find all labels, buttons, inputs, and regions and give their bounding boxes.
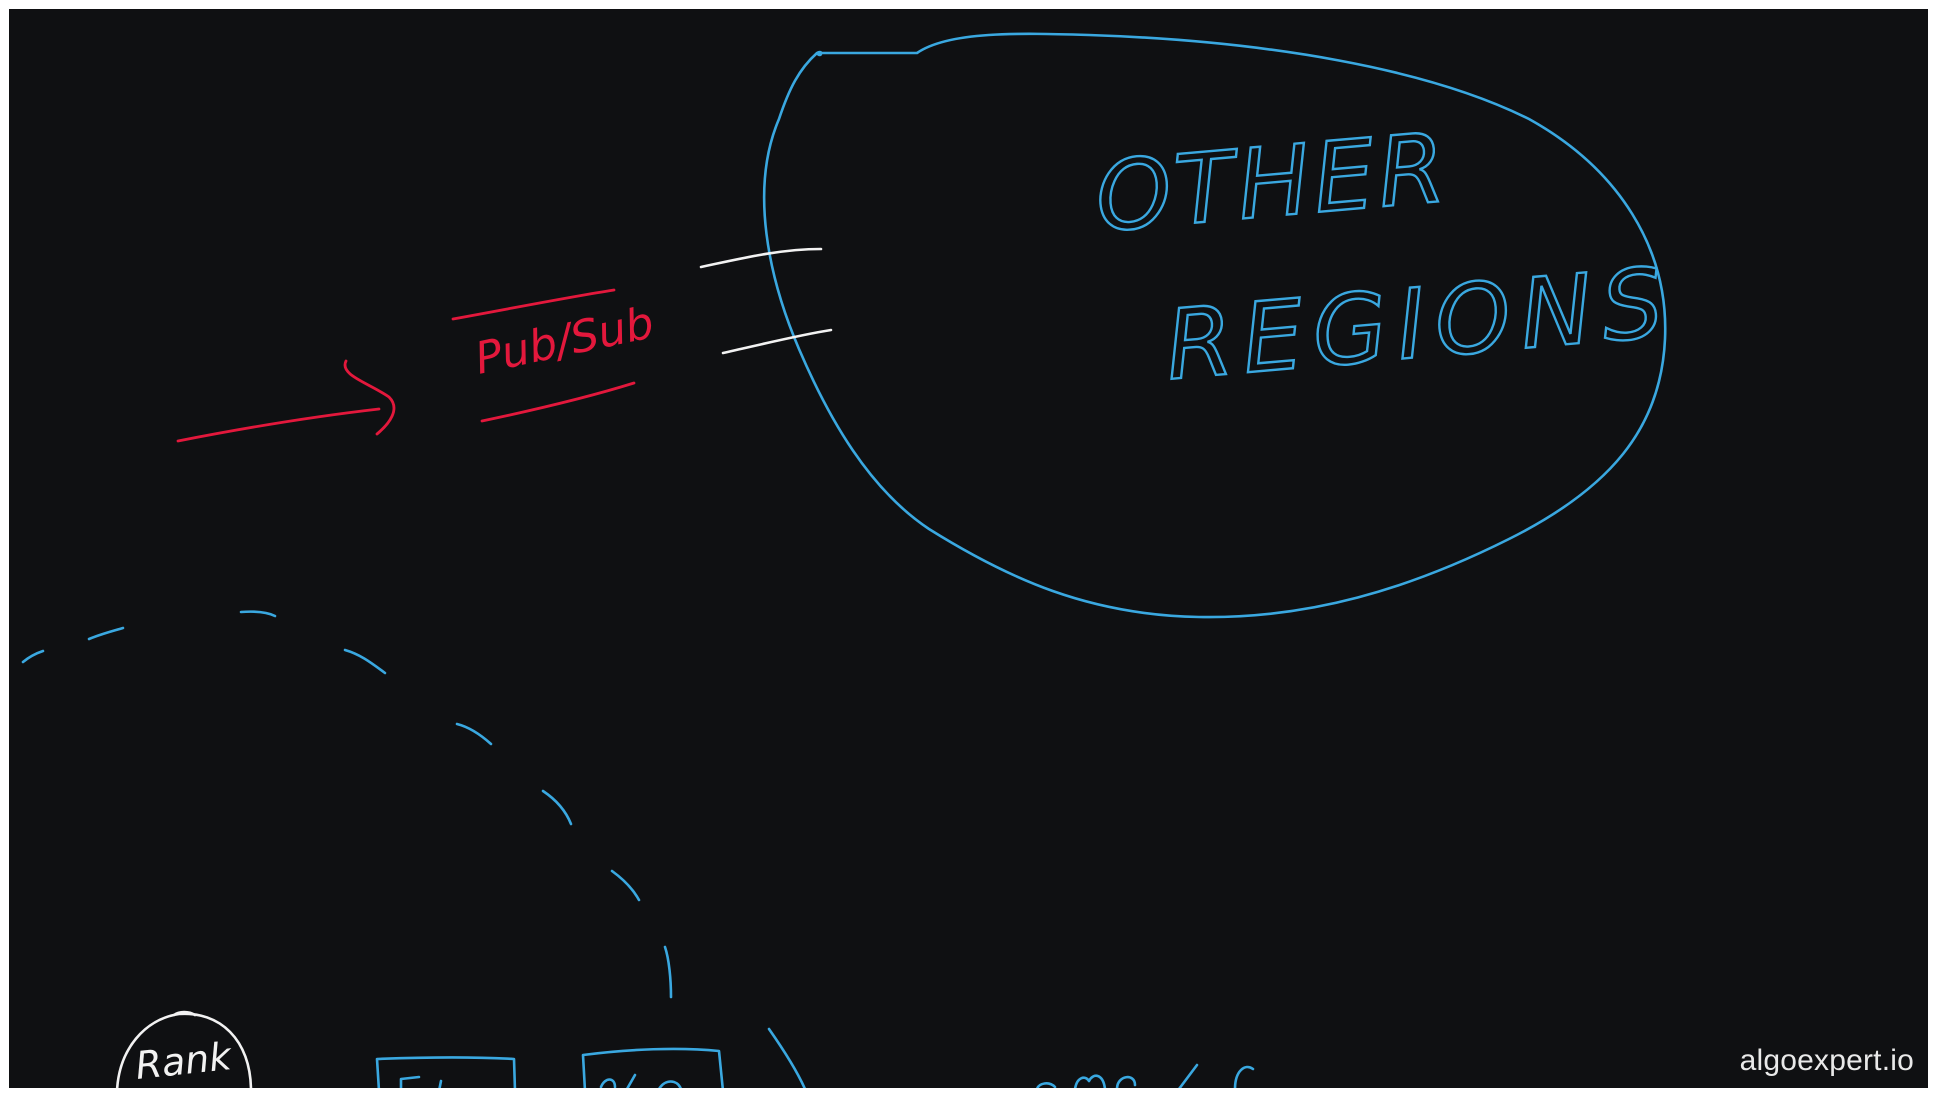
partial-diagonal-stroke bbox=[767, 1027, 806, 1088]
brand-watermark: algoexpert.io bbox=[1739, 1044, 1914, 1077]
whiteboard-canvas: OTHER REGIONS Pub/Sub Rank algoexpert.io bbox=[9, 9, 1928, 1088]
partial-box-right-glyph bbox=[599, 1073, 682, 1088]
pubsub-bottom-line bbox=[480, 381, 636, 423]
dashed-arc bbox=[21, 610, 673, 999]
red-arrow-shaft bbox=[176, 407, 381, 443]
rank-label: Rank bbox=[133, 1034, 235, 1088]
cloud-label-line1: OTHER bbox=[1091, 112, 1453, 254]
whiteboard-drawing: OTHER REGIONS Pub/Sub Rank bbox=[21, 32, 1679, 1088]
cloud-label-line2: REGIONS bbox=[1161, 246, 1677, 402]
rank-node: Rank bbox=[115, 1010, 253, 1088]
red-arrow-head bbox=[343, 359, 396, 436]
partial-box-left bbox=[375, 1056, 517, 1088]
partial-bottom-text bbox=[1036, 1063, 1255, 1088]
connector-stroke-lower bbox=[721, 328, 833, 355]
connector-stroke-upper bbox=[699, 247, 823, 269]
partial-box-left-glyph bbox=[399, 1075, 443, 1088]
